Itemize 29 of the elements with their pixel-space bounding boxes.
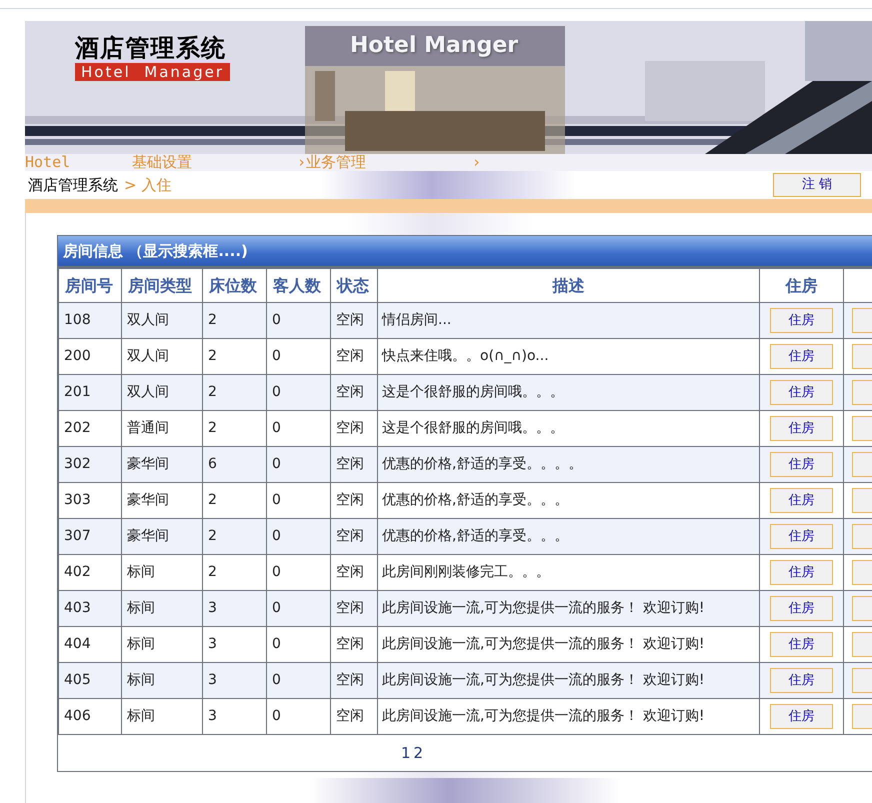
logo-subtitle: Hotel Manager <box>75 63 230 81</box>
breadcrumb-root: 酒店管理系统 <box>28 174 118 196</box>
logo-title: 酒店管理系统 <box>75 33 226 63</box>
table-cell: 3 <box>202 698 266 734</box>
table-cell: 空闲 <box>330 698 378 734</box>
page-link[interactable]: 2 <box>414 742 424 764</box>
panel-title: 房间信息 （显示搜索框....) <box>63 240 248 262</box>
page-link[interactable]: 1 <box>400 742 410 764</box>
table-cell: 此房间设施一流,可为您提供一流的服务！ 欢迎订购! <box>378 698 760 734</box>
check-in-button[interactable]: 住房 <box>770 488 833 513</box>
banner-caption: Hotel Manger <box>350 33 518 59</box>
breadcrumb-current: > 入住 <box>124 174 172 196</box>
check-in-button[interactable]: 住房 <box>770 344 833 369</box>
check-in-button[interactable]: 住房 <box>770 524 833 549</box>
logout-button[interactable]: 注 销 <box>773 173 861 197</box>
table-cell: 0 <box>266 698 330 734</box>
column-header: 房间号 <box>58 268 122 302</box>
check-in-button[interactable]: 住房 <box>770 560 833 585</box>
check-in-button[interactable]: 住房 <box>770 704 833 729</box>
check-in-button[interactable]: 住房 <box>770 380 833 405</box>
column-header: 描述 <box>378 268 760 302</box>
check-in-button[interactable]: 住房 <box>770 668 833 693</box>
table-cell: 标间 <box>122 698 202 734</box>
check-in-button[interactable]: 住房 <box>770 416 833 441</box>
check-in-button[interactable]: 住房 <box>770 596 833 621</box>
table-cell: 406 <box>58 698 122 734</box>
check-in-button[interactable]: 住房 <box>770 308 833 333</box>
check-in-button[interactable]: 住房 <box>770 632 833 657</box>
check-in-button[interactable]: 住房 <box>770 452 833 477</box>
